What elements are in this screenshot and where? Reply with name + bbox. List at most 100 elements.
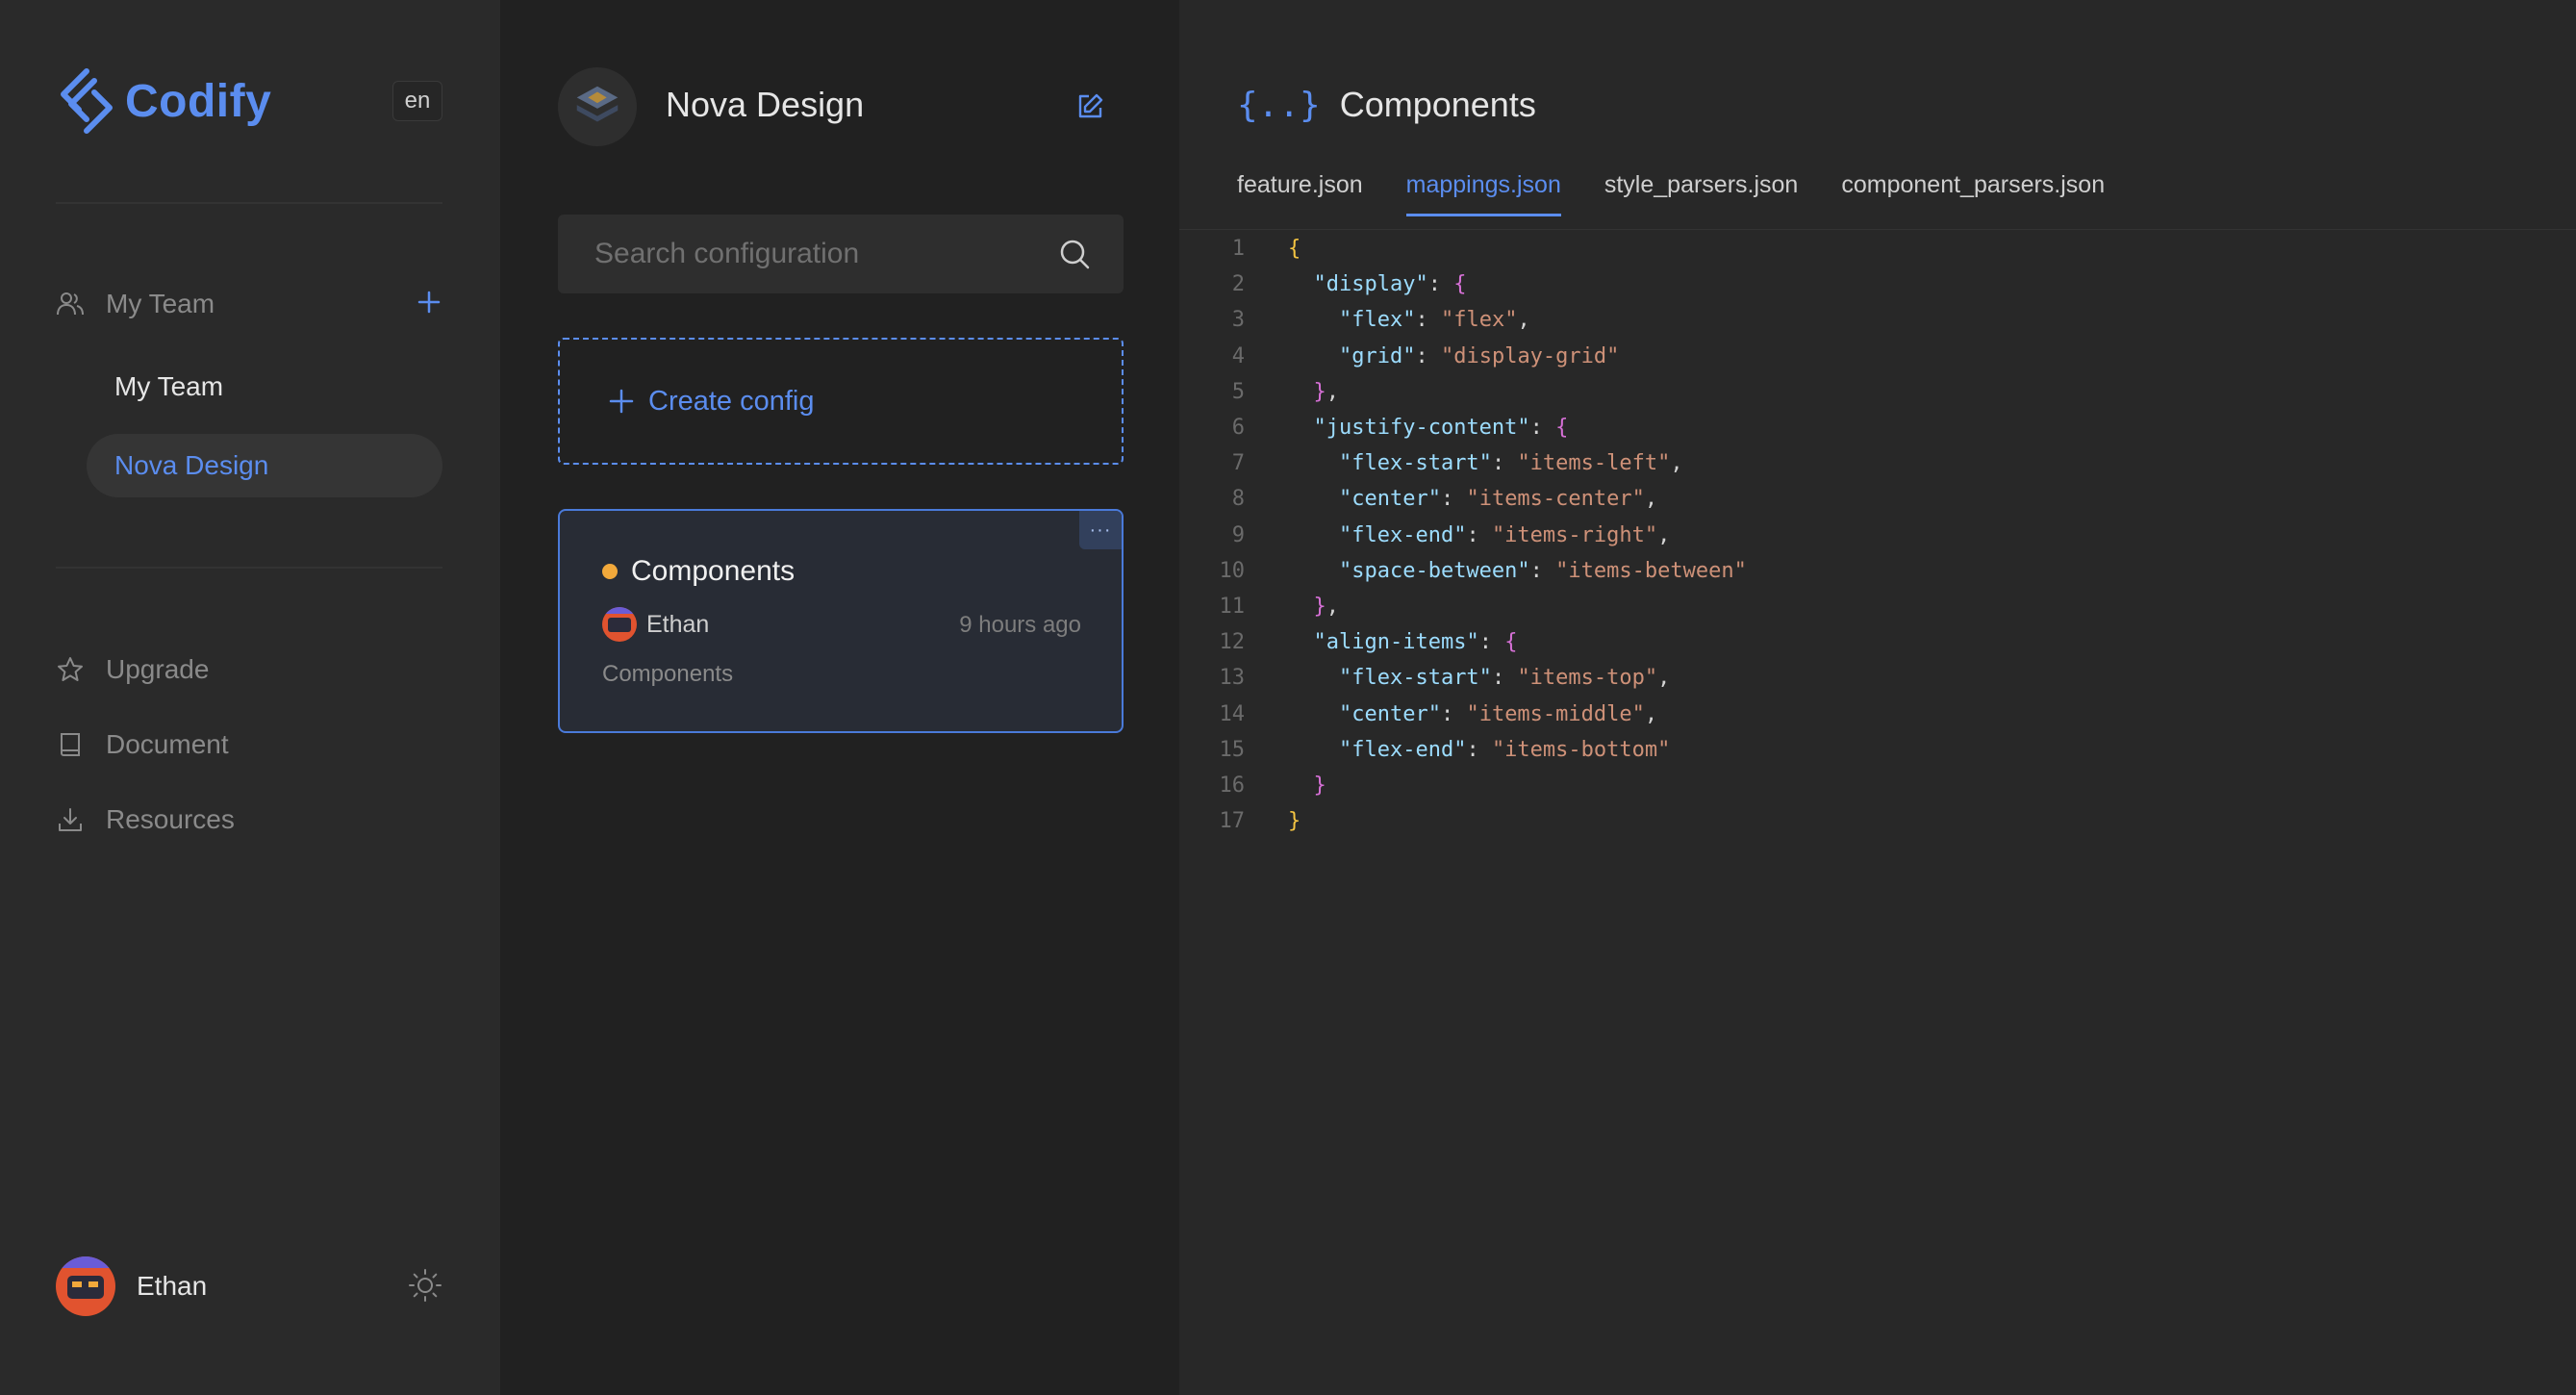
config-card-description: Components (602, 661, 734, 687)
line-number: 10 (1219, 558, 1246, 583)
users-icon (57, 292, 84, 316)
code-line: 16 } (1179, 768, 1747, 803)
project-avatar (558, 67, 637, 146)
code-text: "flex-start": "items-top", (1338, 666, 1671, 691)
divider (56, 567, 442, 569)
line-number: 17 (1219, 809, 1246, 834)
divider (56, 202, 442, 204)
layers-icon (576, 86, 619, 122)
line-number: 15 (1219, 737, 1246, 762)
code-text: }, (1313, 594, 1340, 619)
status-dot (602, 564, 618, 579)
project-title: Nova Design (666, 85, 865, 124)
edit-icon[interactable] (1075, 92, 1104, 121)
line-number: 9 (1231, 522, 1245, 547)
more-options-button[interactable]: ··· (1079, 511, 1122, 549)
brand-logo[interactable]: Codify (56, 67, 271, 135)
code-editor-panel: {..} Components feature.json mappings.js… (1179, 0, 2576, 1395)
line-number: 5 (1231, 379, 1245, 404)
tab-mappings-json[interactable]: mappings.json (1405, 171, 1562, 216)
nav-upgrade[interactable]: Upgrade (56, 654, 209, 685)
nav-upgrade-label: Upgrade (106, 654, 210, 684)
avatar (602, 607, 637, 642)
code-text: } (1288, 809, 1301, 834)
code-text: "center": "items-middle", (1338, 701, 1658, 726)
config-card-author: Ethan (602, 607, 709, 642)
brand-name: Codify (125, 75, 272, 127)
code-line: 11 }, (1179, 589, 1747, 624)
code-text: "flex-end": "items-right", (1338, 522, 1671, 547)
team-item-nova-design[interactable]: Nova Design (87, 434, 442, 497)
team-header-label: My Team (106, 289, 215, 318)
code-line: 14 "center": "items-middle", (1179, 696, 1747, 731)
user-name: Ethan (137, 1271, 208, 1301)
author-name: Ethan (646, 610, 710, 638)
code-text: }, (1313, 379, 1340, 404)
download-icon (59, 808, 82, 831)
code-text: } (1313, 773, 1326, 798)
line-number: 2 (1231, 272, 1245, 297)
nav-document-label: Document (106, 729, 229, 759)
line-number: 4 (1231, 343, 1245, 368)
theme-toggle-sun-icon[interactable] (408, 1268, 442, 1303)
team-section-header: My Team (56, 289, 215, 319)
json-braces-icon: {..} (1237, 85, 1321, 125)
book-icon (61, 733, 80, 756)
tabs-divider (1179, 229, 2576, 230)
code-line: 4 "grid": "display-grid" (1179, 339, 1747, 374)
search-icon[interactable] (1058, 238, 1091, 270)
code-line: 10 "space-between": "items-between" (1179, 553, 1747, 589)
line-number: 12 (1219, 630, 1246, 655)
line-number: 11 (1219, 594, 1246, 619)
codify-logo-icon (61, 68, 113, 134)
code-line: 1{ (1179, 231, 1747, 266)
editor-title: Components (1339, 85, 1536, 124)
tab-component-parsers-json[interactable]: component_parsers.json (1841, 171, 2105, 216)
current-user[interactable]: Ethan (56, 1256, 207, 1316)
nav-resources-label: Resources (106, 804, 235, 834)
code-line: 2 "display": { (1179, 266, 1747, 302)
language-switch[interactable]: en (392, 81, 442, 121)
config-card[interactable]: ··· Components Ethan 9 hours ago Compone… (558, 509, 1124, 733)
code-text: "center": "items-center", (1338, 487, 1658, 512)
line-number: 16 (1219, 773, 1246, 798)
config-card-title-row: Components (602, 555, 795, 588)
code-text: "flex-end": "items-bottom" (1338, 737, 1671, 762)
line-number: 13 (1219, 666, 1246, 691)
add-team-icon[interactable] (416, 289, 442, 316)
create-config-label: Create config (648, 385, 815, 417)
search-input[interactable] (558, 215, 1124, 293)
code-line: 13 "flex-start": "items-top", (1179, 660, 1747, 696)
line-number: 8 (1231, 487, 1245, 512)
line-number: 6 (1231, 416, 1245, 441)
config-card-time: 9 hours ago (959, 612, 1081, 638)
code-line: 17} (1179, 803, 1747, 839)
code-text: { (1288, 237, 1301, 262)
line-number: 3 (1231, 308, 1245, 333)
tab-feature-json[interactable]: feature.json (1237, 171, 1363, 216)
team-item-my-team[interactable]: My Team (87, 355, 442, 418)
code-line: 5 }, (1179, 374, 1747, 410)
code-line: 7 "flex-start": "items-left", (1179, 445, 1747, 481)
code-text: "flex-start": "items-left", (1338, 451, 1683, 476)
code-area[interactable]: 1{2 "display": {3 "flex": "flex", 4 "grid… (1179, 231, 1747, 839)
plus-icon (609, 389, 634, 414)
code-line: 6 "justify-content": { (1179, 410, 1747, 445)
search-box (558, 215, 1124, 293)
code-line: 15 "flex-end": "items-bottom" (1179, 732, 1747, 768)
code-text: "flex": "flex", (1338, 308, 1530, 333)
tab-style-parsers-json[interactable]: style_parsers.json (1604, 171, 1798, 216)
line-number: 1 (1231, 237, 1245, 262)
code-line: 9 "flex-end": "items-right", (1179, 518, 1747, 553)
nav-resources[interactable]: Resources (56, 804, 235, 835)
code-text: "space-between": "items-between" (1338, 558, 1747, 583)
code-text: "grid": "display-grid" (1338, 343, 1620, 368)
line-number: 7 (1231, 451, 1245, 476)
code-line: 12 "align-items": { (1179, 624, 1747, 660)
nav-document[interactable]: Document (56, 729, 229, 760)
code-line: 3 "flex": "flex", (1179, 302, 1747, 338)
avatar (56, 1256, 115, 1316)
create-config-button[interactable]: Create config (558, 338, 1124, 465)
config-list-panel: Nova Design Create config ··· Components… (500, 0, 1179, 1395)
star-icon (58, 657, 83, 681)
